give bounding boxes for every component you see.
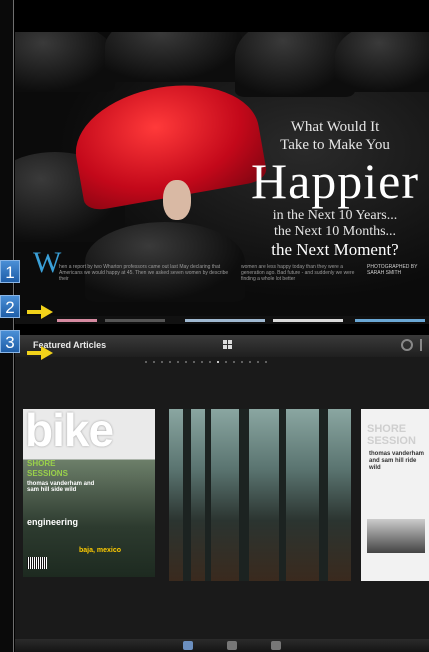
magazine-page[interactable]: What Would It Take to Make You Happier i…	[15, 32, 429, 324]
headline-line: in the Next 10 Years...	[272, 208, 398, 223]
headline-line: What Would It	[290, 119, 380, 135]
library-tab-icon[interactable]	[227, 641, 237, 650]
page-dot[interactable]	[249, 361, 251, 363]
top-bar: Featured Articles	[15, 335, 429, 357]
umbrella-image	[15, 32, 115, 92]
article-spread[interactable]	[169, 409, 351, 581]
headline-big: Happier	[250, 153, 420, 209]
settings-icon[interactable]	[401, 339, 413, 351]
page-dot[interactable]	[193, 361, 195, 363]
cover-blurb: SESSIONS	[27, 469, 68, 478]
page-dot[interactable]	[257, 361, 259, 363]
cover-blurb: baja, mexico	[79, 547, 122, 554]
body-text: women are less happy today than they wer…	[241, 264, 355, 282]
article-page[interactable]: SHORE SESSION thomas vanderham and sam h…	[361, 409, 429, 581]
page-dot[interactable]	[217, 361, 219, 363]
page-dot[interactable]	[161, 361, 163, 363]
bottom-tab-bar	[15, 639, 429, 652]
page-dot[interactable]	[185, 361, 187, 363]
page-dot[interactable]	[233, 361, 235, 363]
page-dot[interactable]	[177, 361, 179, 363]
annotation-badge: 2	[0, 295, 20, 318]
page-dot[interactable]	[169, 361, 171, 363]
annotation-arrow	[27, 305, 53, 319]
cover-blurb: engineering	[27, 517, 79, 527]
page-dot[interactable]	[153, 361, 155, 363]
headline: What Would It Take to Make You Happier i…	[240, 118, 429, 260]
umbrella-image	[85, 222, 245, 302]
page-dot[interactable]	[209, 361, 211, 363]
article-title: SHORE SESSION	[367, 423, 416, 447]
grid-icon[interactable]	[223, 340, 232, 349]
cover-blurb: SHORE	[27, 459, 56, 468]
annotation-badge: 1	[0, 260, 20, 283]
umbrella-image	[105, 32, 245, 82]
annotation-badge: 3	[0, 330, 20, 353]
page-indicator[interactable]	[145, 361, 267, 363]
store-tab-icon[interactable]	[271, 641, 281, 650]
page-dot[interactable]	[225, 361, 227, 363]
annotation-arrow	[27, 346, 53, 360]
cover-title: bike	[25, 409, 114, 456]
page-thumb[interactable]	[57, 319, 97, 322]
articles-tab-icon[interactable]	[183, 641, 193, 650]
barcode	[27, 557, 47, 569]
page-thumb[interactable]	[273, 319, 343, 322]
woman-photo	[163, 180, 191, 220]
page-dot[interactable]	[241, 361, 243, 363]
page-dot[interactable]	[201, 361, 203, 363]
photo-credit: PHOTOGRAPHED BY SARAH SMITH	[367, 264, 418, 276]
headline-line: the Next 10 Months...	[273, 224, 397, 239]
drop-cap: W	[33, 246, 62, 279]
page-thumb[interactable]	[355, 319, 425, 322]
page-dot[interactable]	[145, 361, 147, 363]
article-photo	[367, 519, 425, 553]
body-text: hen a report by two Wharton professors c…	[59, 264, 229, 282]
page-thumb[interactable]	[185, 319, 265, 322]
cover-blurb: thomas vanderham and sam hill side wild	[27, 481, 95, 493]
umbrella-image	[335, 32, 429, 92]
headline-line: the Next Moment?	[271, 240, 399, 259]
article-subtitle: thomas vanderham and sam hill ride wild	[369, 451, 425, 471]
more-icon[interactable]	[420, 339, 429, 351]
featured-articles-view: Featured Articles bike SHORE SESSIONS th…	[15, 335, 429, 652]
headline-line: Take to Make You	[280, 137, 390, 153]
page-thumb[interactable]	[105, 319, 165, 322]
magazine-cover[interactable]: bike SHORE SESSIONS thomas vanderham and…	[23, 409, 155, 577]
page-dot[interactable]	[265, 361, 267, 363]
